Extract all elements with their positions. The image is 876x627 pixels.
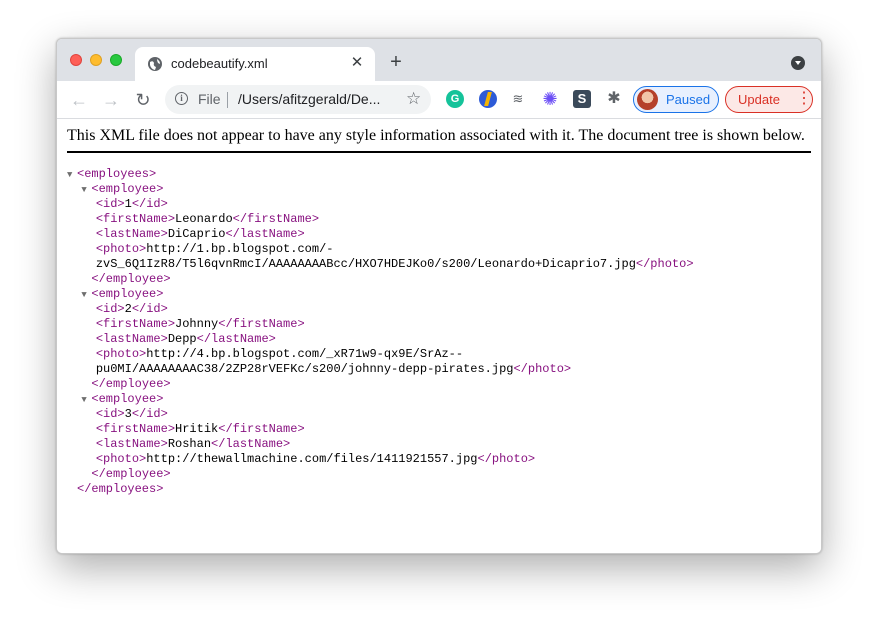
xml-firstname-line: <firstName>Johnny</firstName> <box>95 317 305 331</box>
page-content: This XML file does not appear to have an… <box>57 119 821 553</box>
xml-style-notice: This XML file does not appear to have an… <box>67 127 811 153</box>
reload-button[interactable]: ↻ <box>133 90 153 110</box>
collapse-triangle-icon[interactable]: ▼ <box>81 393 91 408</box>
cog-extension-icon[interactable]: ✺ <box>541 90 559 108</box>
tab-title: codebeautify.xml <box>171 56 268 71</box>
xml-id-line: <id>3</id> <box>95 407 168 421</box>
update-button[interactable]: Update ⋮ <box>725 86 813 113</box>
xml-firstname-line: <firstName>Hritik</firstName> <box>95 422 305 436</box>
collapse-triangle-icon[interactable]: ▼ <box>81 288 91 303</box>
lightning-extension-icon[interactable] <box>479 90 497 108</box>
globe-icon <box>148 57 162 71</box>
collapse-triangle-icon[interactable]: ▼ <box>81 183 91 198</box>
xml-photo-line: <photo>http://thewallmachine.com/files/1… <box>95 452 536 466</box>
avatar <box>637 89 658 110</box>
grammarly-extension-icon[interactable]: G <box>446 90 464 108</box>
url-scheme-label: File <box>198 91 221 107</box>
xml-photo-line-cont: zvS_6Q1IzR8/T5l6qvnRmcI/AAAAAAAABcc/HXO7… <box>95 257 694 271</box>
feather-extension-icon[interactable]: ≋ <box>509 90 527 108</box>
xml-root-close: </employees> <box>77 482 164 496</box>
xml-root-open: <employees> <box>77 167 157 181</box>
extensions-puzzle-icon[interactable]: ✱ <box>605 90 623 108</box>
xml-lastname-line: <lastName>Depp</lastName> <box>95 332 276 346</box>
xml-id-line: <id>2</id> <box>95 302 168 316</box>
profile-button[interactable]: Paused <box>633 86 719 113</box>
xml-lastname-line: <lastName>Roshan</lastName> <box>95 437 291 451</box>
collapse-triangle-icon[interactable]: ▼ <box>67 168 77 183</box>
toolbar: ← → ↻ i File /Users/afitzgerald/De... ☆ … <box>57 81 821 119</box>
forward-button[interactable]: → <box>101 90 121 110</box>
xml-photo-line: <photo>http://4.bp.blogspot.com/_xR71w9-… <box>95 347 464 361</box>
xml-firstname-line: <firstName>Leonardo</firstName> <box>95 212 320 226</box>
s-extension-icon[interactable]: S <box>573 90 591 108</box>
bookmark-star-icon[interactable]: ☆ <box>406 89 421 109</box>
profile-label: Paused <box>666 92 711 107</box>
more-menu-icon[interactable]: ⋮ <box>796 89 812 109</box>
url-divider <box>227 92 228 108</box>
browser-window: codebeautify.xml ✕ + ← → ↻ i File /Users… <box>56 38 822 554</box>
update-label: Update <box>738 92 780 107</box>
xml-photo-line-cont: pu0MI/AAAAAAAAC38/2ZP28rVEFKc/s200/johnn… <box>95 362 572 376</box>
xml-tree: ▼ <employees> ▼ <employee> <id>1</id> <fir… <box>67 167 694 496</box>
xml-photo-line: <photo>http://1.bp.blogspot.com/- <box>95 242 334 256</box>
tab-strip: codebeautify.xml ✕ + <box>57 39 821 81</box>
address-bar[interactable]: i File /Users/afitzgerald/De... ☆ <box>165 85 431 114</box>
window-maximize-button[interactable] <box>110 54 122 66</box>
window-close-button[interactable] <box>70 54 82 66</box>
window-minimize-button[interactable] <box>90 54 102 66</box>
xml-id-line: <id>1</id> <box>95 197 168 211</box>
xml-lastname-line: <lastName>DiCaprio</lastName> <box>95 227 305 241</box>
tab-active[interactable]: codebeautify.xml ✕ <box>135 47 375 81</box>
new-tab-button[interactable]: + <box>385 51 407 73</box>
back-button[interactable]: ← <box>69 90 89 110</box>
tab-search-icon[interactable] <box>791 56 805 70</box>
url-text[interactable]: /Users/afitzgerald/De... <box>238 91 380 107</box>
tab-close-icon[interactable]: ✕ <box>349 55 365 71</box>
info-icon[interactable]: i <box>175 92 188 105</box>
